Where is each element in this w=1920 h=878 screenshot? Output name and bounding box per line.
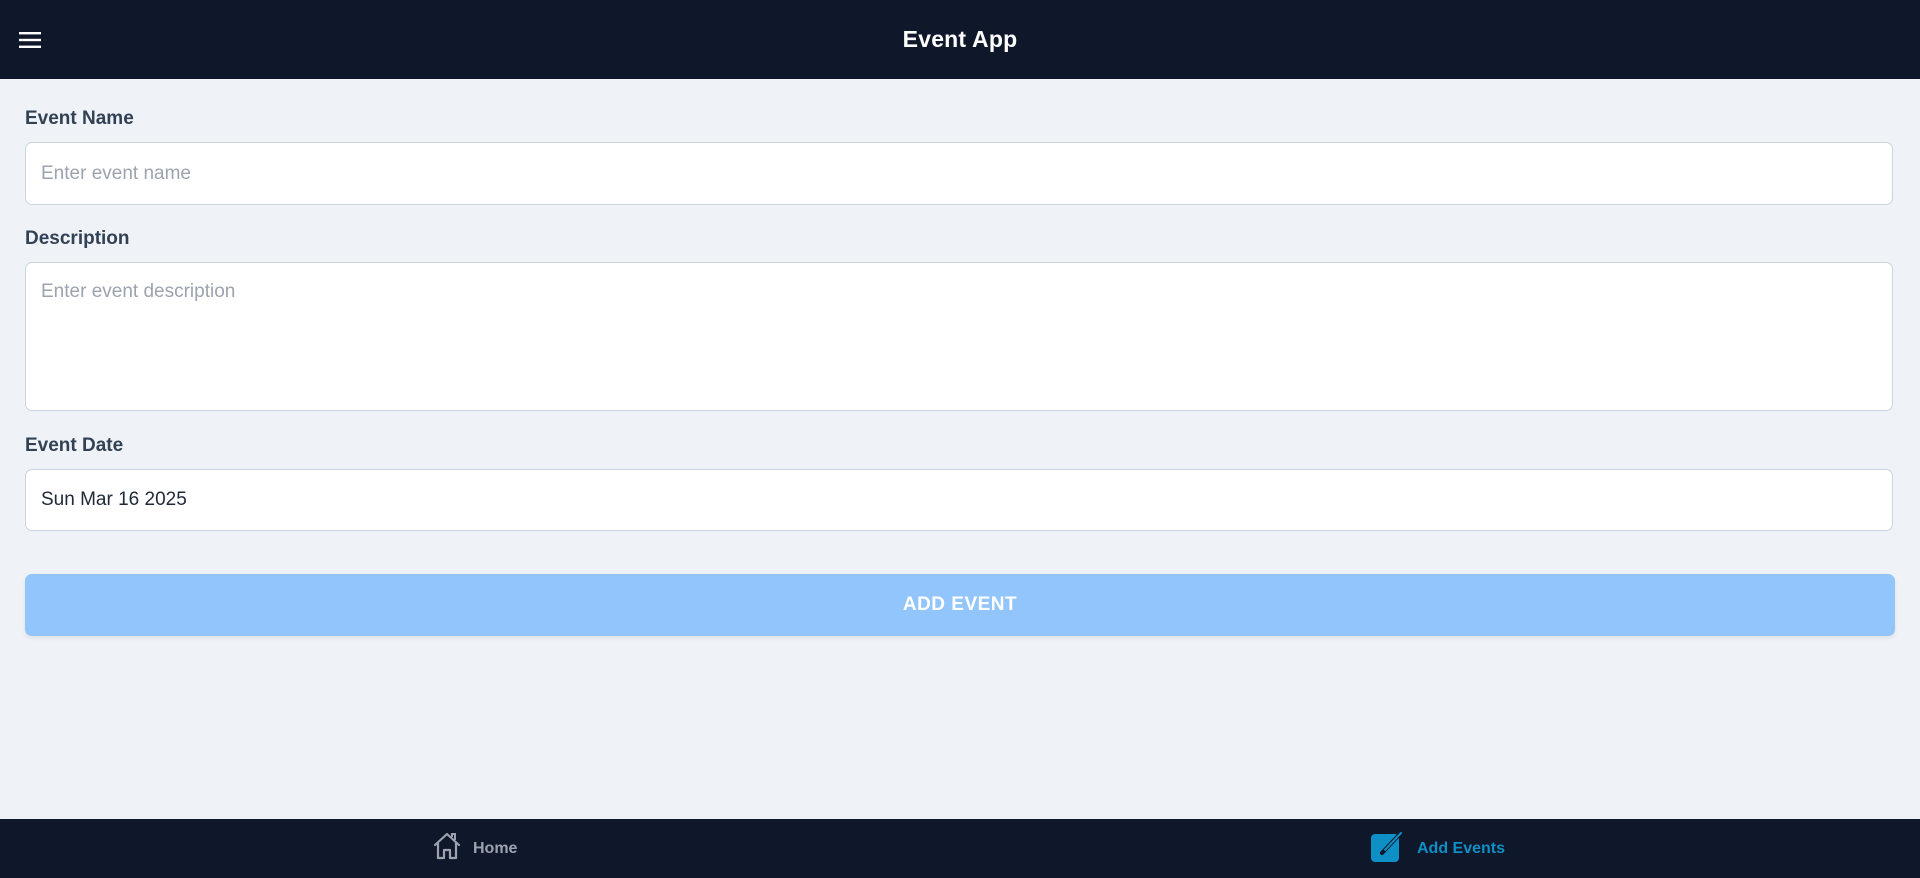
- app-root: Event App Event Name Description Event D…: [0, 0, 1920, 878]
- app-title: Event App: [902, 26, 1018, 52]
- hamburger-menu-icon[interactable]: [18, 28, 44, 52]
- home-icon: [431, 830, 463, 867]
- top-app-bar: Event App: [0, 0, 1920, 79]
- edit-icon: [1369, 827, 1407, 870]
- description-input[interactable]: [25, 262, 1893, 411]
- add-event-button[interactable]: ADD EVENT: [25, 574, 1895, 636]
- event-name-input[interactable]: [25, 142, 1893, 205]
- event-date-field[interactable]: Sun Mar 16 2025: [25, 469, 1893, 531]
- bottom-navigation: Home Add Events: [0, 819, 1920, 878]
- description-label: Description: [25, 228, 130, 249]
- event-date-value: Sun Mar 16 2025: [41, 489, 187, 510]
- nav-label-add-events: Add Events: [1417, 839, 1506, 857]
- nav-label-home: Home: [473, 839, 518, 857]
- nav-item-home[interactable]: Home: [431, 819, 517, 878]
- event-date-label: Event Date: [25, 435, 124, 456]
- event-name-label: Event Name: [25, 108, 134, 129]
- nav-item-add-events[interactable]: Add Events: [1369, 819, 1505, 878]
